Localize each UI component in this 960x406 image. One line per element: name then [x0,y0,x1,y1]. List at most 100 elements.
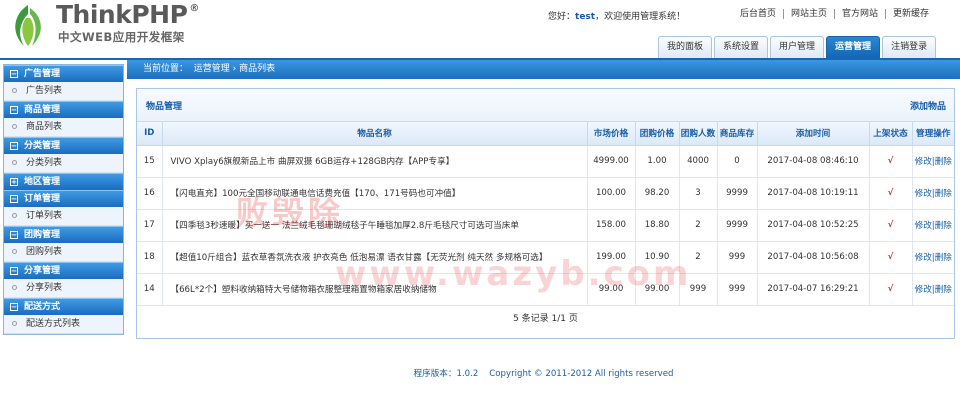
expand-icon: + [10,178,18,186]
status-check-icon[interactable]: √ [869,209,913,242]
bullet-icon [12,321,17,326]
cell-stock: 0 [717,145,758,178]
col-group-price: 团购价格 [635,122,680,146]
cell-name: VIVO Xplay6旗舰新品上市 曲屏双摄 6GB运存+128GB内存【APP… [162,145,588,178]
bullet-icon [12,88,17,93]
status-check-icon[interactable]: √ [869,273,913,306]
collapse-icon: − [10,267,18,275]
table-header-row: ID 物品名称 市场价格 团购价格 团购人数 商品库存 添加时间 上架状态 管理… [137,122,954,146]
edit-link[interactable]: 修改 [915,285,932,295]
collapse-icon: − [10,231,18,239]
cell-stock: 999 [717,273,758,306]
link-site-home[interactable]: 网站主页 [783,9,834,19]
cell-add-time: 2017-04-08 10:19:11 [757,177,870,210]
cell-add-time: 2017-04-08 08:46:10 [757,145,870,178]
cell-actions: 修改|删除 [912,241,954,274]
sidebar-group-share[interactable]: − 分享管理 [4,262,123,279]
bullet-icon [12,213,17,218]
cell-group-price: 18.80 [635,209,680,242]
status-check-icon[interactable]: √ [869,177,913,210]
delete-link[interactable]: |删除 [932,157,952,167]
cell-id: 16 [137,177,163,210]
brand-subtitle: 中文WEB应用开发框架 [58,30,185,44]
main-tabs: 我的面板 系统设置 用户管理 运营管理 注销登录 [656,36,937,58]
delete-link[interactable]: |删除 [932,189,952,199]
cell-group-price: 1.00 [635,145,680,178]
tab-system-settings[interactable]: 系统设置 [714,36,769,58]
edit-link[interactable]: 修改 [915,221,932,231]
sidebar-group-goods[interactable]: − 商品管理 [4,101,123,118]
top-links: 后台首页 网站主页 官方网站 更新缓存 [732,9,936,19]
col-market-price: 市场价格 [587,122,636,146]
sidebar: − 广告管理 广告列表 − 商品管理 商品列表 − 分类管理 分类列表 + 地区管理 −… [3,64,124,335]
edit-link[interactable]: 修改 [915,157,932,167]
cell-stock: 9999 [717,177,758,210]
cell-id: 14 [137,273,163,306]
col-stock: 商品库存 [717,122,758,146]
sidebar-group-category[interactable]: − 分类管理 [4,137,123,154]
sidebar-item-order-list[interactable]: 订单列表 [4,207,123,226]
cell-actions: 修改|删除 [912,145,954,178]
cell-name: 【闪电直充】100元全国移动联通电信话费充值【170、171号码也可冲值】 [162,177,588,210]
col-add-time: 添加时间 [757,122,870,146]
panel-header: 物品管理 添加物品 [137,89,954,122]
cell-name: 【四季毯3秒速暖】买一送一 法兰绒毛毯珊瑚绒毯子午睡毯加厚2.8斤毛毯尺寸可选可… [162,209,588,242]
tab-my-panel[interactable]: 我的面板 [658,36,713,58]
cell-add-time: 2017-04-08 10:56:08 [757,241,870,274]
copyright-text: Copyright © 2011-2012 All rights reserve… [489,369,674,379]
watermark-url: www.wazyb.com [335,254,692,294]
tab-logout[interactable]: 注销登录 [882,36,937,58]
cell-market-price: 100.00 [587,177,636,210]
sidebar-item-goods-list[interactable]: 商品列表 [4,118,123,137]
delete-link[interactable]: |删除 [932,285,952,295]
cell-actions: 修改|删除 [912,273,954,306]
pagination-info: 5 条记录 1/1 页 [513,314,578,324]
watermark-chinese: 败毁除 [236,194,345,232]
greeting: 您好：test，欢迎使用管理系统！ [548,12,686,22]
cell-id: 17 [137,209,163,242]
panel-title: 物品管理 [146,102,183,112]
sidebar-group-orders[interactable]: − 订单管理 [4,190,123,207]
link-official-site[interactable]: 官方网站 [834,9,885,19]
sidebar-item-shipping-list[interactable]: 配送方式列表 [4,315,123,334]
edit-link[interactable]: 修改 [915,253,932,263]
username: test [575,12,596,22]
sidebar-item-ad-list[interactable]: 广告列表 [4,82,123,101]
delete-link[interactable]: |删除 [932,253,952,263]
bullet-icon [12,124,17,129]
edit-link[interactable]: 修改 [915,189,932,199]
breadcrumb-operations[interactable]: 运营管理 [194,64,230,74]
cell-market-price: 4999.00 [587,145,636,178]
cell-add-time: 2017-04-08 10:52:25 [757,209,870,242]
status-check-icon[interactable]: √ [869,145,913,178]
col-group-count: 团购人数 [679,122,718,146]
delete-link[interactable]: |删除 [932,221,952,231]
sidebar-item-category-list[interactable]: 分类列表 [4,154,123,173]
thinkphp-logo-icon [15,5,41,46]
col-name: 物品名称 [162,122,588,146]
sidebar-item-share-list[interactable]: 分享列表 [4,279,123,298]
cell-id: 15 [137,145,163,178]
link-admin-home[interactable]: 后台首页 [732,9,783,19]
footer: 程序版本：1.0.2 Copyright © 2011-2012 All rig… [127,367,960,379]
sidebar-group-shipping[interactable]: − 配送方式 [4,298,123,315]
tab-operations[interactable]: 运营管理 [826,36,881,58]
breadcrumb-separator: › [232,64,237,74]
collapse-icon: − [10,142,18,150]
cell-actions: 修改|删除 [912,209,954,242]
table-row: 15 VIVO Xplay6旗舰新品上市 曲屏双摄 6GB运存+128GB内存【… [137,145,954,178]
brand-name: ThinkPHP ® [56,0,199,29]
bullet-icon [12,160,17,165]
link-refresh-cache[interactable]: 更新缓存 [885,9,936,19]
sidebar-group-groupbuy[interactable]: − 团购管理 [4,226,123,243]
status-check-icon[interactable]: √ [869,241,913,274]
sidebar-group-ads[interactable]: − 广告管理 [4,65,123,82]
sidebar-group-region[interactable]: + 地区管理 [4,173,123,190]
add-goods-link[interactable]: 添加物品 [910,99,946,112]
cell-group-price: 98.20 [635,177,680,210]
tab-user-management[interactable]: 用户管理 [770,36,825,58]
sidebar-item-groupbuy-list[interactable]: 团购列表 [4,243,123,262]
cell-actions: 修改|删除 [912,177,954,210]
col-actions: 管理操作 [912,122,954,146]
cell-market-price: 158.00 [587,209,636,242]
